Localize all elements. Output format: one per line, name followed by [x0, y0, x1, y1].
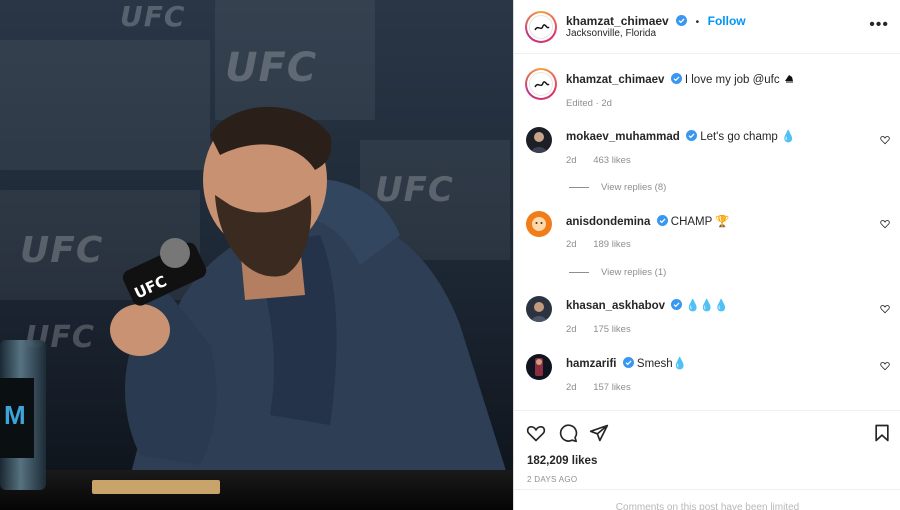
post-location[interactable]: Jacksonville, Florida: [566, 28, 656, 39]
comment-username[interactable]: mokaev_muhammad: [566, 131, 680, 143]
comment-likes[interactable]: 463 likes: [593, 155, 631, 166]
replies-divider: [569, 271, 589, 273]
signature-logo-icon: [534, 81, 550, 88]
send-icon[interactable]: [589, 423, 609, 443]
press-table: [0, 470, 513, 510]
caption-text: I love my job @ufc: [684, 74, 780, 86]
like-heart-icon[interactable]: [526, 423, 546, 443]
papers: [92, 480, 220, 494]
verified-badge-icon: [671, 299, 683, 310]
post-header: khamzat_chimaev • Follow Jacksonville, F…: [514, 0, 900, 54]
ufc-watermark: UFC: [20, 230, 104, 271]
signature-logo-icon: [534, 24, 550, 31]
comment-age: 2d: [566, 239, 577, 250]
comment-age: 2d: [566, 324, 577, 335]
comment-row: khasan_askhabov 💧💧💧: [566, 298, 728, 312]
author-avatar[interactable]: [525, 11, 557, 43]
bookmark-icon[interactable]: [872, 423, 892, 443]
commenter-avatar[interactable]: [526, 127, 552, 153]
comment-text: CHAMP: [670, 216, 713, 228]
comment-meta: 2d 189 likes: [566, 239, 645, 250]
caption-meta: Edited · 2d: [566, 98, 612, 109]
heart-icon[interactable]: [880, 361, 890, 371]
more-options-icon[interactable]: •••: [869, 16, 889, 34]
view-replies-link[interactable]: View replies (8): [569, 182, 666, 193]
heart-icon[interactable]: [880, 219, 890, 229]
verified-badge-icon: [656, 215, 668, 226]
comment-meta: 2d 175 likes: [566, 324, 645, 335]
comment-emoji: 💧: [672, 358, 688, 370]
comment-emoji: 💧💧💧: [685, 300, 729, 312]
follow-button[interactable]: Follow: [708, 14, 746, 28]
verified-badge-icon: [622, 357, 634, 368]
comment-row: anisdondemina CHAMP 🏆: [566, 214, 730, 228]
heart-icon[interactable]: [880, 135, 890, 145]
author-username[interactable]: khamzat_chimaev: [566, 14, 669, 28]
comment-text: Smesh: [636, 358, 673, 370]
comment-row: hamzarifi Smesh💧: [566, 356, 687, 370]
verified-badge-icon: [685, 130, 697, 141]
ufc-watermark: UFC: [120, 0, 186, 33]
bottle-label: M: [0, 378, 34, 458]
comment-likes[interactable]: 157 likes: [593, 382, 631, 393]
boxing-glove-icon: [784, 75, 793, 83]
comment-likes[interactable]: 175 likes: [593, 324, 631, 335]
view-replies-link[interactable]: View replies (1): [569, 267, 666, 278]
commenter-avatar[interactable]: [526, 354, 552, 380]
commenter-avatar[interactable]: [526, 296, 552, 322]
comment-likes[interactable]: 189 likes: [593, 239, 631, 250]
comment-age: 2d: [566, 382, 577, 393]
caption: khamzat_chimaev I love my job @ufc: [566, 73, 795, 86]
caption-author-avatar[interactable]: [525, 68, 557, 100]
post-side-panel: khamzat_chimaev • Follow Jacksonville, F…: [513, 0, 900, 510]
replies-divider: [569, 186, 589, 188]
comments-limited-notice: Comments on this post have been limited: [514, 489, 900, 510]
comment-meta: 2d 157 likes: [566, 382, 645, 393]
like-count[interactable]: 182,209 likes: [527, 455, 597, 467]
separator-dot: •: [695, 17, 700, 28]
comment-row: mokaev_muhammad Let's go champ 💧: [566, 129, 795, 143]
comment-username[interactable]: hamzarifi: [566, 358, 617, 370]
commenter-avatar[interactable]: [526, 211, 552, 237]
comment-username[interactable]: anisdondemina: [566, 216, 650, 228]
comment-age: 2d: [566, 155, 577, 166]
comment-text: Let's go champ: [700, 131, 778, 143]
comment-emoji: 💧: [781, 131, 796, 143]
post-timestamp: 2 DAYS AGO: [527, 475, 578, 484]
heart-icon[interactable]: [880, 304, 890, 314]
view-replies-label: View replies (1): [601, 267, 667, 278]
fighter-figure: UFC: [110, 106, 513, 510]
comment-meta: 2d 463 likes: [566, 155, 645, 166]
caption-username[interactable]: khamzat_chimaev: [566, 74, 664, 86]
verified-badge-icon: [670, 73, 682, 84]
post-photo: UFC UFC UFC UFC UFC UFC M: [0, 0, 513, 510]
verified-badge-icon: [676, 15, 688, 26]
post-actions: 182,209 likes 2 DAYS AGO Comments on thi…: [514, 410, 900, 510]
comment-emoji: 🏆: [715, 216, 730, 228]
comment-icon[interactable]: [558, 423, 578, 443]
ufc-watermark: UFC: [225, 45, 318, 91]
comment-username[interactable]: khasan_askhabov: [566, 300, 665, 312]
view-replies-label: View replies (8): [601, 182, 667, 193]
